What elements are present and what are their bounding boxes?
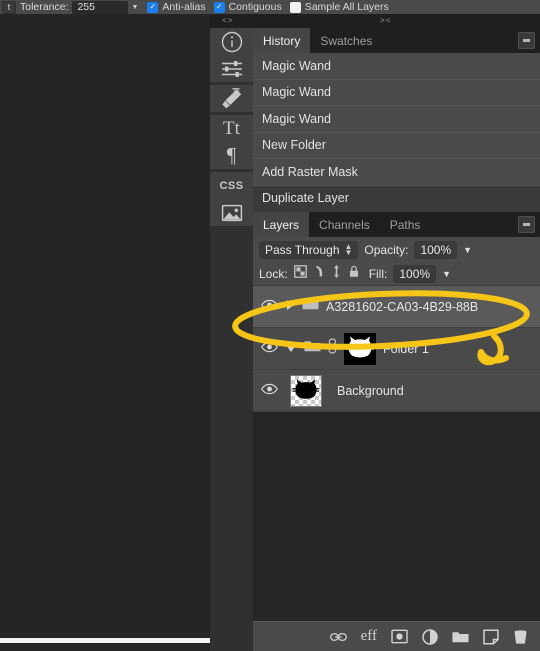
contiguous-label: Contiguous (228, 1, 282, 13)
blend-mode-value: Pass Through (265, 242, 340, 257)
rail-group-text: Tt ¶ (210, 115, 253, 169)
table-row[interactable]: A3281602-CA03-4B29-88B (253, 286, 540, 328)
tab-paths[interactable]: Paths (380, 212, 431, 237)
opacity-dropdown-icon[interactable]: ▼ (463, 245, 472, 255)
list-item[interactable]: Magic Wand (253, 79, 540, 106)
info-icon[interactable] (210, 28, 253, 55)
check-icon (289, 1, 301, 13)
chevron-updown-icon: ▲ ▼ (344, 241, 353, 257)
brush-icon[interactable] (210, 85, 253, 112)
layers-panel-menu-button[interactable] (518, 216, 535, 233)
paragraph-icon[interactable]: ¶ (210, 142, 253, 169)
opacity-label: Opacity: (364, 242, 409, 257)
text-icon[interactable]: Tt (210, 115, 253, 142)
delete-layer-icon[interactable] (513, 629, 528, 645)
fill-input[interactable]: 100% (393, 264, 437, 283)
tool-options-bar: t Tolerance: 255 ▼ ✓ Anti-alias ✓ Contig… (0, 0, 540, 14)
history-tabbar: History Swatches (253, 28, 540, 53)
list-item[interactable]: Add Raster Mask (253, 159, 540, 186)
lock-transparency-icon[interactable] (293, 264, 307, 283)
css-icon[interactable]: CSS (210, 172, 253, 199)
layers-tabbar: Layers Channels Paths (253, 212, 540, 237)
blend-mode-select[interactable]: Pass Through ▲ ▼ (259, 240, 359, 259)
rail-group-brush (210, 85, 253, 112)
adjustment-layer-icon[interactable] (422, 628, 438, 645)
new-layer-icon[interactable] (483, 628, 499, 645)
table-row[interactable]: Folder 1 (253, 328, 540, 370)
new-group-icon[interactable] (452, 630, 469, 644)
mask-layer-icon[interactable] (391, 629, 408, 644)
anti-alias-checkbox[interactable]: ✓ Anti-alias (147, 1, 206, 13)
fill-dropdown-icon[interactable]: ▼ (442, 269, 451, 279)
check-icon: ✓ (147, 1, 159, 13)
list-item[interactable]: Magic Wand (253, 53, 540, 80)
adjustments-icon[interactable] (210, 55, 253, 82)
rail-spacer (210, 229, 253, 651)
studio-panel-column: <> >< Tt ¶ CSS History Swatches Magic Wa… (210, 14, 540, 651)
collapse-right-icon[interactable]: >< (380, 17, 392, 26)
visibility-eye-icon[interactable] (261, 382, 278, 400)
folder-icon (302, 297, 319, 316)
tab-layers[interactable]: Layers (253, 212, 310, 237)
tolerance-label: Tolerance: (20, 1, 69, 13)
tab-swatches[interactable]: Swatches (310, 28, 382, 53)
tab-history[interactable]: History (253, 28, 311, 53)
link-layers-icon[interactable] (329, 631, 347, 643)
table-row[interactable]: Background (253, 370, 540, 412)
rail-group-css: CSS (210, 172, 253, 226)
app-root: t Tolerance: 255 ▼ ✓ Anti-alias ✓ Contig… (0, 0, 540, 651)
folder-icon (304, 339, 321, 358)
visibility-eye-icon[interactable] (261, 340, 278, 358)
check-icon: ✓ (213, 1, 225, 13)
layer-mask-thumbnail[interactable] (344, 332, 376, 365)
lock-fill-row: Lock: Fill: 100% ▼ (253, 262, 540, 286)
blend-opacity-row: Pass Through ▲ ▼ Opacity: 100% ▼ (253, 237, 540, 262)
sample-all-layers-checkbox[interactable]: Sample All Layers (289, 1, 389, 13)
layers-panel: Layers Channels Paths Pass Through ▲ ▼ Op… (253, 212, 540, 651)
layer-name[interactable]: Folder 1 (383, 342, 429, 356)
tolerance-input[interactable]: 255 (72, 0, 129, 14)
contiguous-checkbox[interactable]: ✓ Contiguous (213, 1, 282, 13)
css-icon-label: CSS (219, 179, 244, 192)
visibility-eye-icon[interactable] (261, 298, 278, 316)
fill-label: Fill: (368, 266, 388, 281)
rail-group-info (210, 28, 253, 82)
history-panel-menu-button[interactable] (518, 32, 535, 49)
tool-preset-button[interactable]: t (2, 0, 16, 14)
history-panel: History Swatches Magic Wand Magic Wand M… (253, 28, 540, 212)
tolerance-dropdown-icon[interactable]: ▼ (131, 4, 138, 11)
expand-arrow-expanded-icon[interactable] (285, 340, 297, 358)
studio-icon-rail: Tt ¶ CSS (210, 28, 253, 651)
anti-alias-label: Anti-alias (162, 1, 206, 13)
tab-channels[interactable]: Channels (309, 212, 380, 237)
layers-list: A3281602-CA03-4B29-88B Folder 1 Backgrou… (253, 286, 540, 412)
list-item[interactable]: Magic Wand (253, 106, 540, 133)
document-canvas[interactable] (0, 14, 270, 651)
layer-name[interactable]: A3281602-CA03-4B29-88B (326, 300, 478, 314)
expand-left-icon[interactable]: <> (222, 17, 234, 26)
lock-all-icon[interactable] (348, 265, 360, 283)
layer-thumbnail[interactable] (290, 374, 322, 407)
list-item[interactable]: New Folder (253, 132, 540, 159)
mask-link-icon[interactable] (328, 338, 337, 359)
opacity-input[interactable]: 100% (414, 240, 458, 259)
expand-arrow-collapsed-icon[interactable] (285, 298, 295, 316)
layer-name[interactable]: Background (337, 384, 404, 398)
layer-effects-icon[interactable]: eff (361, 629, 377, 644)
sample-all-layers-label: Sample All Layers (304, 1, 389, 13)
studio-header: <> >< (210, 14, 540, 28)
layers-bottom-toolbar: eff (253, 621, 540, 651)
image-icon[interactable] (210, 199, 253, 226)
lock-image-icon[interactable] (314, 265, 325, 283)
list-item[interactable]: Duplicate Layer (253, 185, 540, 212)
history-list: Magic Wand Magic Wand Magic Wand New Fol… (253, 53, 540, 212)
lock-label: Lock: (259, 266, 288, 281)
panel-stack: History Swatches Magic Wand Magic Wand M… (253, 28, 540, 651)
lock-icon-group (293, 264, 360, 283)
lock-position-icon[interactable] (332, 264, 341, 283)
